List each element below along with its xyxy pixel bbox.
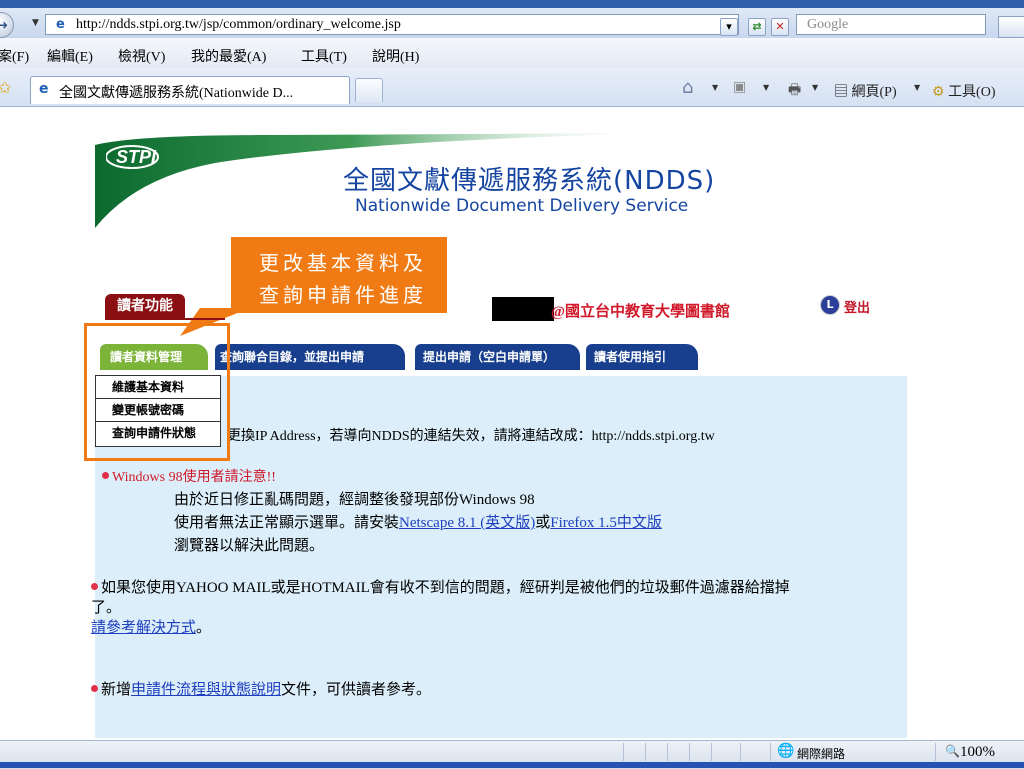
browser-tab-active[interactable]: e 全國文獻傳遞服務系統(Nationwide D... <box>30 76 350 104</box>
mail-link-suffix: 。 <box>196 620 212 636</box>
tools-menu-label: 工具(O) <box>948 85 996 100</box>
refresh-button[interactable]: ⇄ <box>748 18 766 36</box>
tab-submit-request[interactable]: 提出申請（空白申請單） <box>415 344 580 370</box>
feeds-icon[interactable]: ▣ <box>733 79 746 95</box>
redacted-username <box>492 297 554 321</box>
menu-help[interactable]: 說明(H) <box>372 46 419 66</box>
logout-icon[interactable]: L <box>820 295 840 315</box>
menu-edit[interactable]: 編輯(E) <box>47 46 93 66</box>
page-icon: ▤ <box>834 85 848 100</box>
back-button[interactable]: ➜ <box>0 12 14 38</box>
url-input[interactable]: e http://ndds.stpi.org.tw/jsp/common/ord… <box>45 14 739 35</box>
security-zone: 網際網路 <box>797 747 846 761</box>
menu-file[interactable]: 案(F) <box>0 46 29 66</box>
firefox-link[interactable]: Firefox 1.5中文版 <box>550 515 662 531</box>
win98-line-2-text: 使用者無法正常顯示選單。請安裝 <box>174 515 400 531</box>
tools-menu-button[interactable]: ⚙ 工具(O) <box>932 81 996 101</box>
feeds-dropdown-icon[interactable]: ▼ <box>763 83 769 92</box>
ip-notice: 更換IP Address，若導向NDDS的連結失效，請將連結改成：http://… <box>227 429 715 444</box>
zoom-icon[interactable]: 🔍 <box>945 744 960 758</box>
new-doc-notice: 新增申請件流程與狀態說明文件，可供讀者參考。 <box>91 678 431 699</box>
bullet-icon <box>102 472 109 479</box>
taskbar <box>0 762 1024 768</box>
user-library: @國立台中教育大學圖書館 <box>551 304 730 320</box>
close-icon: ✕ <box>775 20 785 33</box>
stop-button[interactable]: ✕ <box>771 18 789 36</box>
page-menu-label: 網頁(P) <box>851 85 897 100</box>
browser-tab-title: 全國文獻傳遞服務系統(Nationwide D... <box>59 86 294 101</box>
stpi-logo: STPI <box>106 145 159 169</box>
solution-link[interactable]: 請參考解決方式 <box>91 620 196 636</box>
win98-line-3: 瀏覽器以解決此問題。 <box>174 538 325 554</box>
divider <box>623 743 624 761</box>
win98-notice-title: Windows 98使用者請注意!! <box>102 466 276 486</box>
new-prefix-text: 新增 <box>101 682 132 698</box>
netscape-link[interactable]: Netscape 8.1 (英文版) <box>399 515 535 531</box>
gear-icon: ⚙ <box>932 85 945 100</box>
chevron-down-icon: ▾ <box>726 20 732 33</box>
url-dropdown-button[interactable]: ▾ <box>720 18 738 36</box>
menu-view[interactable]: 檢視(V) <box>118 46 165 66</box>
url-text[interactable]: http://ndds.stpi.org.tw/jsp/common/ordin… <box>76 17 401 33</box>
highlight-box <box>84 323 230 461</box>
process-status-link[interactable]: 申請件流程與狀態說明 <box>131 682 281 698</box>
search-input[interactable]: Google <box>796 14 986 35</box>
divider <box>711 743 712 761</box>
win98-line-1: 由於近日修正亂碼問題，經調整後發現部份Windows 98 <box>174 492 535 508</box>
window-title-strip <box>0 0 1024 8</box>
home-dropdown-icon[interactable]: ▼ <box>712 83 718 92</box>
new-suffix-text: 文件，可供讀者參考。 <box>281 682 432 698</box>
bullet-icon <box>91 583 98 590</box>
menu-bar: 案(F) 編輯(E) 檢視(V) 我的最愛(A) 工具(T) 說明(H) <box>0 38 1024 69</box>
menu-favorites[interactable]: 我的最愛(A) <box>191 46 266 66</box>
callout-line-2: 查詢申請件進度 <box>259 285 427 307</box>
page-title: 全國文獻傳遞服務系統(NDDS) <box>343 166 716 196</box>
zoom-level[interactable]: 100% <box>960 744 995 761</box>
favorites-star-icon[interactable]: ✩ <box>0 78 11 97</box>
mail-notice-line-2: 了。 <box>91 600 122 616</box>
divider <box>935 743 936 761</box>
win98-line-2: 使用者無法正常顯示選單。請安裝Netscape 8.1 (英文版)或Firefo… <box>174 511 662 532</box>
print-icon[interactable]: 🖶 <box>788 79 801 103</box>
divider <box>667 743 668 761</box>
callout-line-1: 更改基本資料及 <box>259 253 427 275</box>
divider <box>645 743 646 761</box>
tab-query-catalog[interactable]: 查詢聯合目錄，並提出申請 <box>215 344 405 370</box>
mail-notice-line-3: 請參考解決方式。 <box>91 616 211 637</box>
reader-functions-heading: 讀者功能 <box>105 294 185 318</box>
back-arrow-icon: ➜ <box>0 18 8 32</box>
divider <box>740 743 741 761</box>
win98-title-text: Windows 98使用者請注意!! <box>112 470 276 485</box>
history-dropdown-icon[interactable]: ▼ <box>32 18 39 28</box>
callout-annotation: 更改基本資料及 查詢申請件進度 <box>231 237 447 313</box>
mail-notice-line-1: 如果您使用YAHOO MAIL或是HOTMAIL會有收不到信的問題，經研判是被他… <box>91 576 790 597</box>
divider <box>105 318 225 320</box>
address-bar: ➜ ▼ e http://ndds.stpi.org.tw/jsp/common… <box>0 8 1024 38</box>
menu-tools[interactable]: 工具(T) <box>301 46 347 66</box>
divider <box>770 743 771 761</box>
globe-icon: 🌐 <box>777 743 795 759</box>
bullet-icon <box>91 685 98 692</box>
page-dropdown-icon[interactable]: ▼ <box>914 83 920 92</box>
divider <box>689 743 690 761</box>
ie-page-icon: e <box>56 17 65 32</box>
print-dropdown-icon[interactable]: ▼ <box>812 83 818 92</box>
win98-or-text: 或 <box>535 515 551 531</box>
refresh-icon: ⇄ <box>752 20 762 33</box>
svg-text:STPI: STPI <box>116 147 157 167</box>
tab-user-guide[interactable]: 讀者使用指引 <box>586 344 698 370</box>
search-button[interactable] <box>998 16 1024 38</box>
new-tab-button[interactable] <box>355 78 383 102</box>
ie-page-icon: e <box>39 81 49 97</box>
page-menu-button[interactable]: ▤ 網頁(P) <box>834 81 897 101</box>
logout-button[interactable]: 登出 <box>844 297 870 316</box>
tab-bar: ✩ e 全國文獻傳遞服務系統(Nationwide D... ⌂ ▼ ▣ ▼ 🖶… <box>0 68 1024 107</box>
home-icon[interactable]: ⌂ <box>682 77 693 98</box>
mail-line-1-text: 如果您使用YAHOO MAIL或是HOTMAIL會有收不到信的問題，經研判是被他… <box>101 580 790 596</box>
page-subtitle: Nationwide Document Delivery Service <box>355 196 689 216</box>
